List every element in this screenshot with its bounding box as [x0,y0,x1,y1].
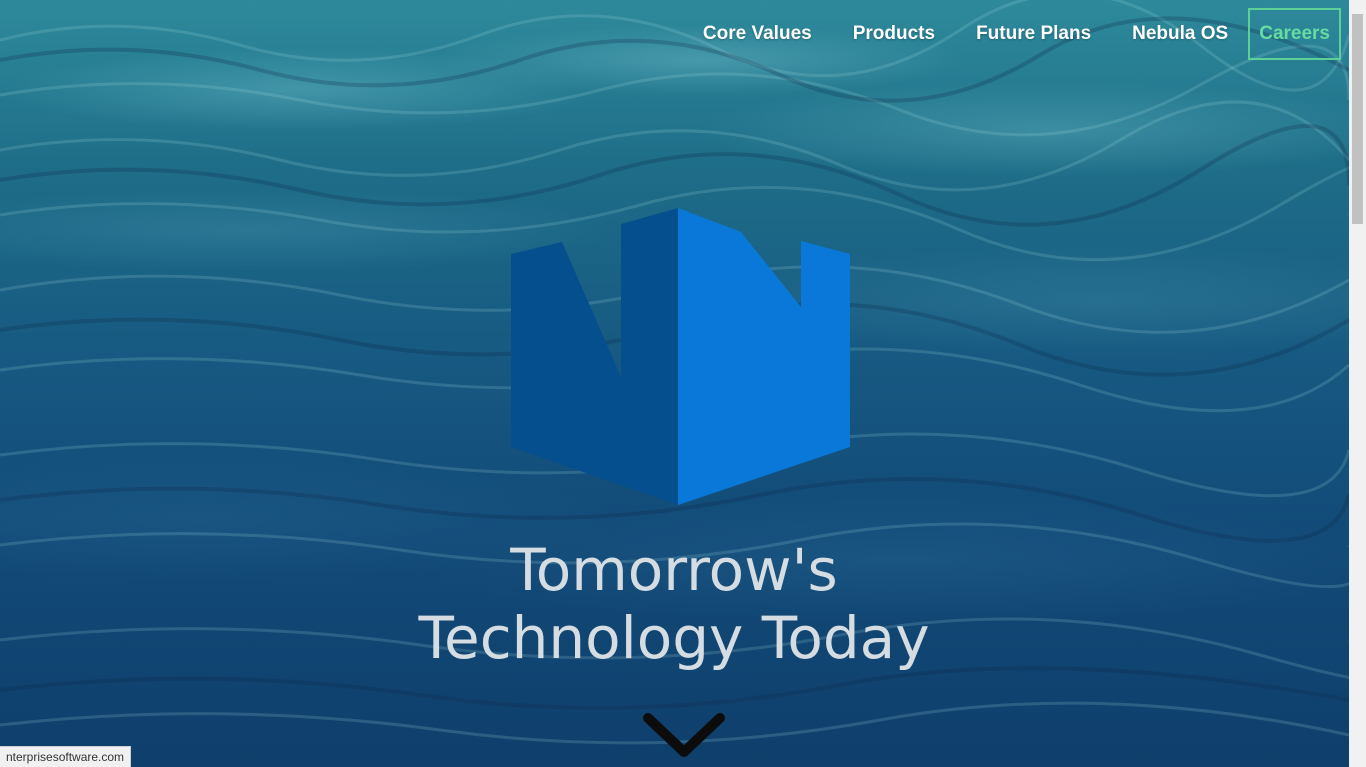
nav-future-plans[interactable]: Future Plans [976,23,1091,45]
top-navigation: Core Values Products Future Plans Nebula… [662,8,1341,60]
hero-tagline: Tomorrow's Technology Today [324,536,1024,672]
nav-nebula-os[interactable]: Nebula OS [1132,23,1228,45]
vertical-scrollbar[interactable] [1349,0,1366,767]
nav-products[interactable]: Products [853,23,935,45]
scrollbar-thumb[interactable] [1352,14,1363,224]
chevron-down-icon[interactable] [642,712,726,767]
tagline-line-1: Tomorrow's [510,536,838,604]
hero-section: Tomorrow's Technology Today Core Values … [0,0,1349,767]
tagline-line-2: Technology Today [418,604,930,672]
browser-status-url: nterprisesoftware.com [0,746,132,767]
nn-cube-logo-icon [511,208,850,505]
careers-button[interactable]: Careers [1248,8,1341,60]
page: Tomorrow's Technology Today Core Values … [0,0,1366,767]
nav-core-values[interactable]: Core Values [703,23,812,45]
